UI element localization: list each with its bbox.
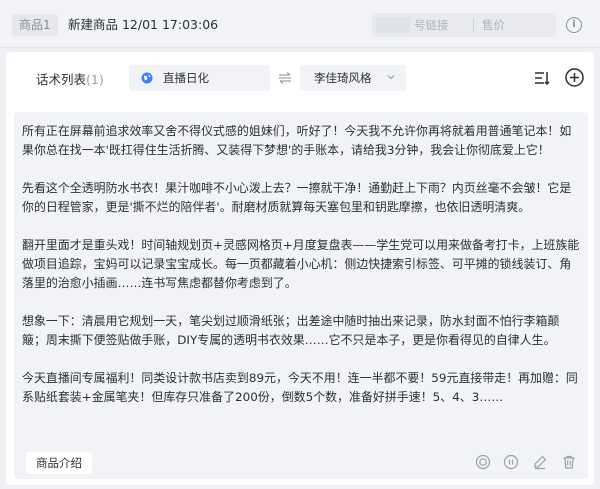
script-paragraph: 先看这个全透明防水书衣！果汁咖啡不小心泼上去？一擦就干净！通勤赶上下雨？内页丝毫… xyxy=(22,181,572,214)
script-list-tab[interactable]: 话术列表(1) xyxy=(36,69,104,88)
swap-icon[interactable] xyxy=(278,71,292,85)
product-tab[interactable]: 商品1 xyxy=(12,14,58,36)
category-selector[interactable]: 直播日化 xyxy=(129,65,270,91)
script-paragraph: 所有正在屏幕前追求效率又舍不得仪式感的姐妹们，听好了！今天我不允许你再将就着用普… xyxy=(22,124,572,157)
price-label: 售价 xyxy=(482,18,505,32)
edit-icon[interactable] xyxy=(532,454,548,470)
product-id-value xyxy=(376,17,410,33)
header-divider xyxy=(473,18,474,32)
script-panel: 话术列表(1) 直播日化 李佳琦风格 所有正在屏幕前追求效率又舍不得仪式感的姐妹… xyxy=(6,52,594,485)
style-dropdown[interactable]: 李佳琦风格 xyxy=(300,65,406,91)
script-paragraph: 想象一下：清晨用它规划一天，笔尖划过顺滑纸张；出差途中随时抽出来记录，防水封面不… xyxy=(22,314,560,347)
top-header: 商品1 新建商品 12/01 17:03:06 号链接 售价 i xyxy=(0,0,600,48)
product-link-label: 号链接 xyxy=(414,18,449,32)
price-field[interactable]: 售价 xyxy=(476,13,556,37)
chevron-down-icon xyxy=(387,75,395,80)
pause-icon[interactable] xyxy=(503,454,519,470)
delete-icon[interactable] xyxy=(561,454,577,470)
sort-icon[interactable] xyxy=(534,70,550,86)
category-label: 直播日化 xyxy=(163,71,209,85)
script-list-label: 话术列表 xyxy=(36,72,87,87)
script-list-count: (1) xyxy=(86,72,104,87)
script-toolbar: 话术列表(1) 直播日化 李佳琦风格 xyxy=(6,52,594,104)
script-paragraph: 今天直播间专属福利！同类设计款书店卖到89元，今天不用！连一半都不要！59元直接… xyxy=(22,371,578,404)
script-editor[interactable]: 所有正在屏幕前追求效率又舍不得仪式感的姐妹们，听好了！今天我不允许你再将就着用普… xyxy=(14,112,588,479)
style-label: 李佳琦风格 xyxy=(314,71,372,85)
script-content: 所有正在屏幕前追求效率又舍不得仪式感的姐妹们，听好了！今天我不允许你再将就着用普… xyxy=(22,122,582,426)
info-icon[interactable]: i xyxy=(566,17,582,33)
globe-icon xyxy=(141,72,153,84)
product-name: 新建商品 12/01 17:03:06 xyxy=(68,17,219,32)
script-paragraph: 翻开里面才是重头戏！时间轴规划页+灵感网格页+月度复盘表——学生党可以用来做备考… xyxy=(22,238,580,290)
product-intro-tag[interactable]: 商品介绍 xyxy=(26,452,92,474)
add-icon[interactable] xyxy=(565,68,584,87)
record-icon[interactable] xyxy=(475,454,491,470)
